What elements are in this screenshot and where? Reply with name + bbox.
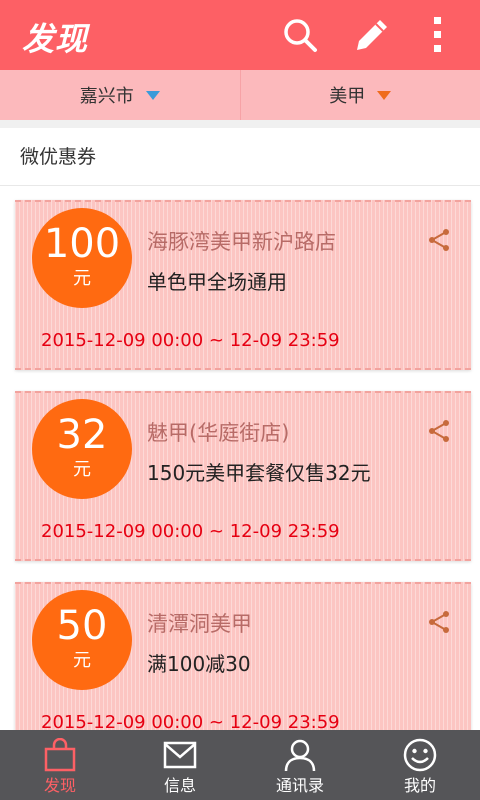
coupon-card[interactable]: 50 元 清潭洞美甲 满100减30 2015-12-09 00:00 ~ 12… xyxy=(15,582,471,730)
mail-icon xyxy=(163,741,197,769)
more-vertical-icon xyxy=(434,17,441,52)
search-icon xyxy=(284,19,317,52)
coupon-description: 单色甲全场通用 xyxy=(147,270,287,294)
coupon-description: 满100减30 xyxy=(147,652,251,676)
search-button[interactable] xyxy=(278,13,322,57)
tab-discover[interactable]: 发现 xyxy=(0,730,120,800)
app-bar: 发现 xyxy=(0,0,480,70)
share-icon[interactable] xyxy=(427,228,451,252)
coupon-shop-name: 海豚湾美甲新沪路店 xyxy=(147,230,336,254)
coupon-amount: 100 xyxy=(43,221,121,267)
filter-bar: 嘉兴市 美甲 xyxy=(0,70,480,120)
coupon-amount-badge: 50 元 xyxy=(32,590,132,690)
tab-me[interactable]: 我的 xyxy=(360,730,480,800)
tab-messages[interactable]: 信息 xyxy=(120,730,240,800)
coupon-validity: 2015-12-09 00:00 ~ 12-09 23:59 xyxy=(41,712,340,730)
bag-icon xyxy=(44,738,76,772)
tab-contacts[interactable]: 通讯录 xyxy=(240,730,360,800)
dropdown-triangle-icon xyxy=(145,90,160,100)
coupon-validity: 2015-12-09 00:00 ~ 12-09 23:59 xyxy=(41,330,340,351)
coupon-card[interactable]: 100 元 海豚湾美甲新沪路店 单色甲全场通用 2015-12-09 00:00… xyxy=(15,200,471,370)
more-button[interactable] xyxy=(416,13,460,57)
coupon-unit: 元 xyxy=(73,268,91,289)
section-title: 微优惠券 xyxy=(0,128,480,186)
tab-label: 通讯录 xyxy=(275,776,324,795)
coupon-shop-name: 清潭洞美甲 xyxy=(147,612,252,636)
smiley-icon xyxy=(403,738,437,772)
coupon-shop-name: 魅甲(华庭街店) xyxy=(147,421,290,445)
edit-button[interactable] xyxy=(350,13,394,57)
share-icon[interactable] xyxy=(427,419,451,443)
coupon-amount: 50 xyxy=(56,603,108,649)
coupon-description: 150元美甲套餐仅售32元 xyxy=(147,461,371,485)
coupon-list[interactable]: 微优惠券 100 元 海豚湾美甲新沪路店 单色甲全场通用 2015-12-09 … xyxy=(0,128,480,730)
category-filter-label: 美甲 xyxy=(329,86,366,107)
pencil-icon xyxy=(357,20,387,50)
category-filter[interactable]: 美甲 xyxy=(239,70,480,120)
coupon-card[interactable]: 32 元 魅甲(华庭街店) 150元美甲套餐仅售32元 2015-12-09 0… xyxy=(15,391,471,561)
tab-label: 发现 xyxy=(43,776,76,795)
tab-label: 我的 xyxy=(403,776,436,795)
tab-label: 信息 xyxy=(163,776,196,795)
share-icon[interactable] xyxy=(427,610,451,634)
coupon-amount: 32 xyxy=(56,412,108,458)
city-filter-label: 嘉兴市 xyxy=(79,86,134,107)
city-filter[interactable]: 嘉兴市 xyxy=(0,70,240,120)
dropdown-triangle-icon xyxy=(377,90,392,100)
coupon-unit: 元 xyxy=(73,459,91,480)
coupon-validity: 2015-12-09 00:00 ~ 12-09 23:59 xyxy=(41,521,340,542)
bottom-tab-bar: 发现 信息 通讯录 我的 xyxy=(0,730,480,800)
coupon-unit: 元 xyxy=(73,650,91,671)
contact-icon xyxy=(284,739,316,772)
coupon-amount-badge: 32 元 xyxy=(32,399,132,499)
page-title: 发现 xyxy=(22,20,89,58)
coupon-amount-badge: 100 元 xyxy=(32,208,132,308)
